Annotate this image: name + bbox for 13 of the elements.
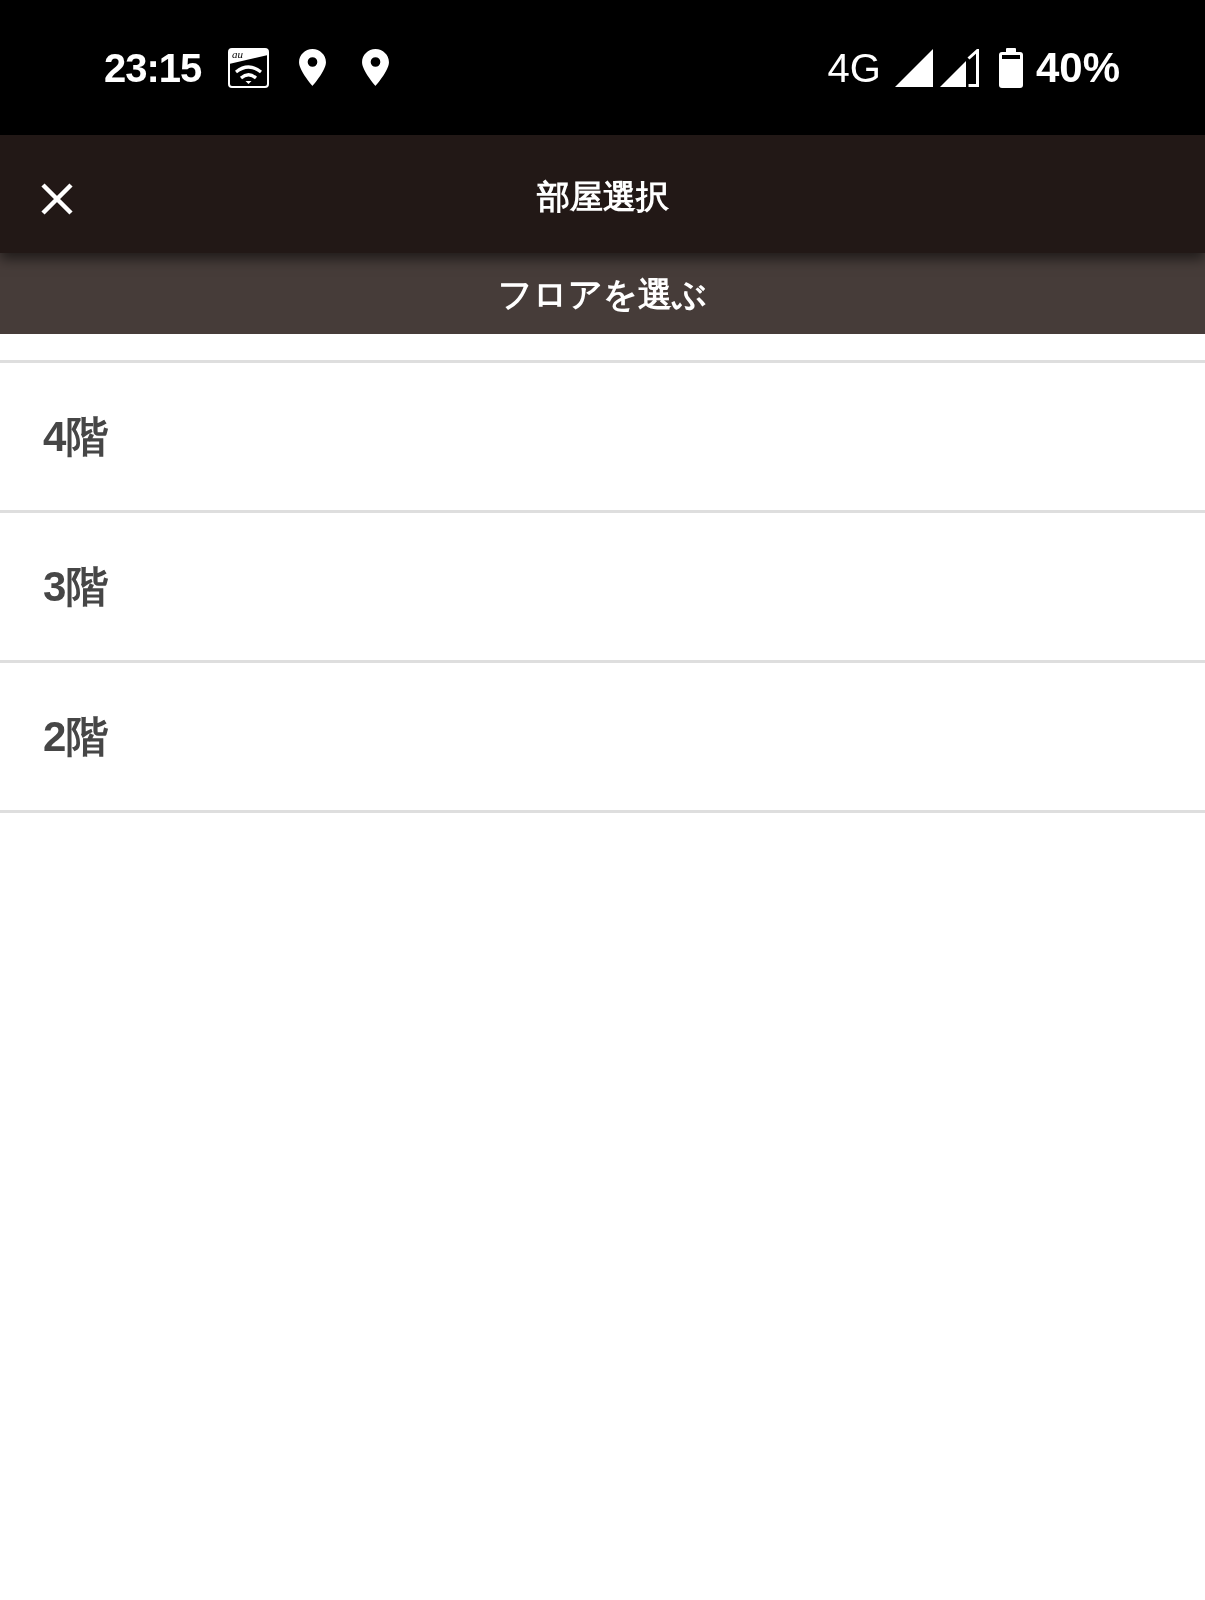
- battery-percentage: 40%: [1035, 46, 1120, 89]
- close-icon: [40, 182, 74, 216]
- location-pin-icon: [299, 49, 327, 86]
- network-type: 4G: [827, 47, 881, 88]
- subheader-title: フロアを選ぶ: [498, 276, 707, 311]
- status-time: 23:15: [104, 47, 202, 88]
- page-title: 部屋選択: [536, 176, 669, 213]
- wifi-signal-icon: [235, 64, 263, 84]
- location-pin-icon: [362, 49, 390, 86]
- carrier-logo-text: au: [232, 47, 244, 60]
- signal-partial-icon: [939, 48, 979, 87]
- signal-full-icon: [894, 48, 933, 87]
- battery-icon: [998, 47, 1023, 88]
